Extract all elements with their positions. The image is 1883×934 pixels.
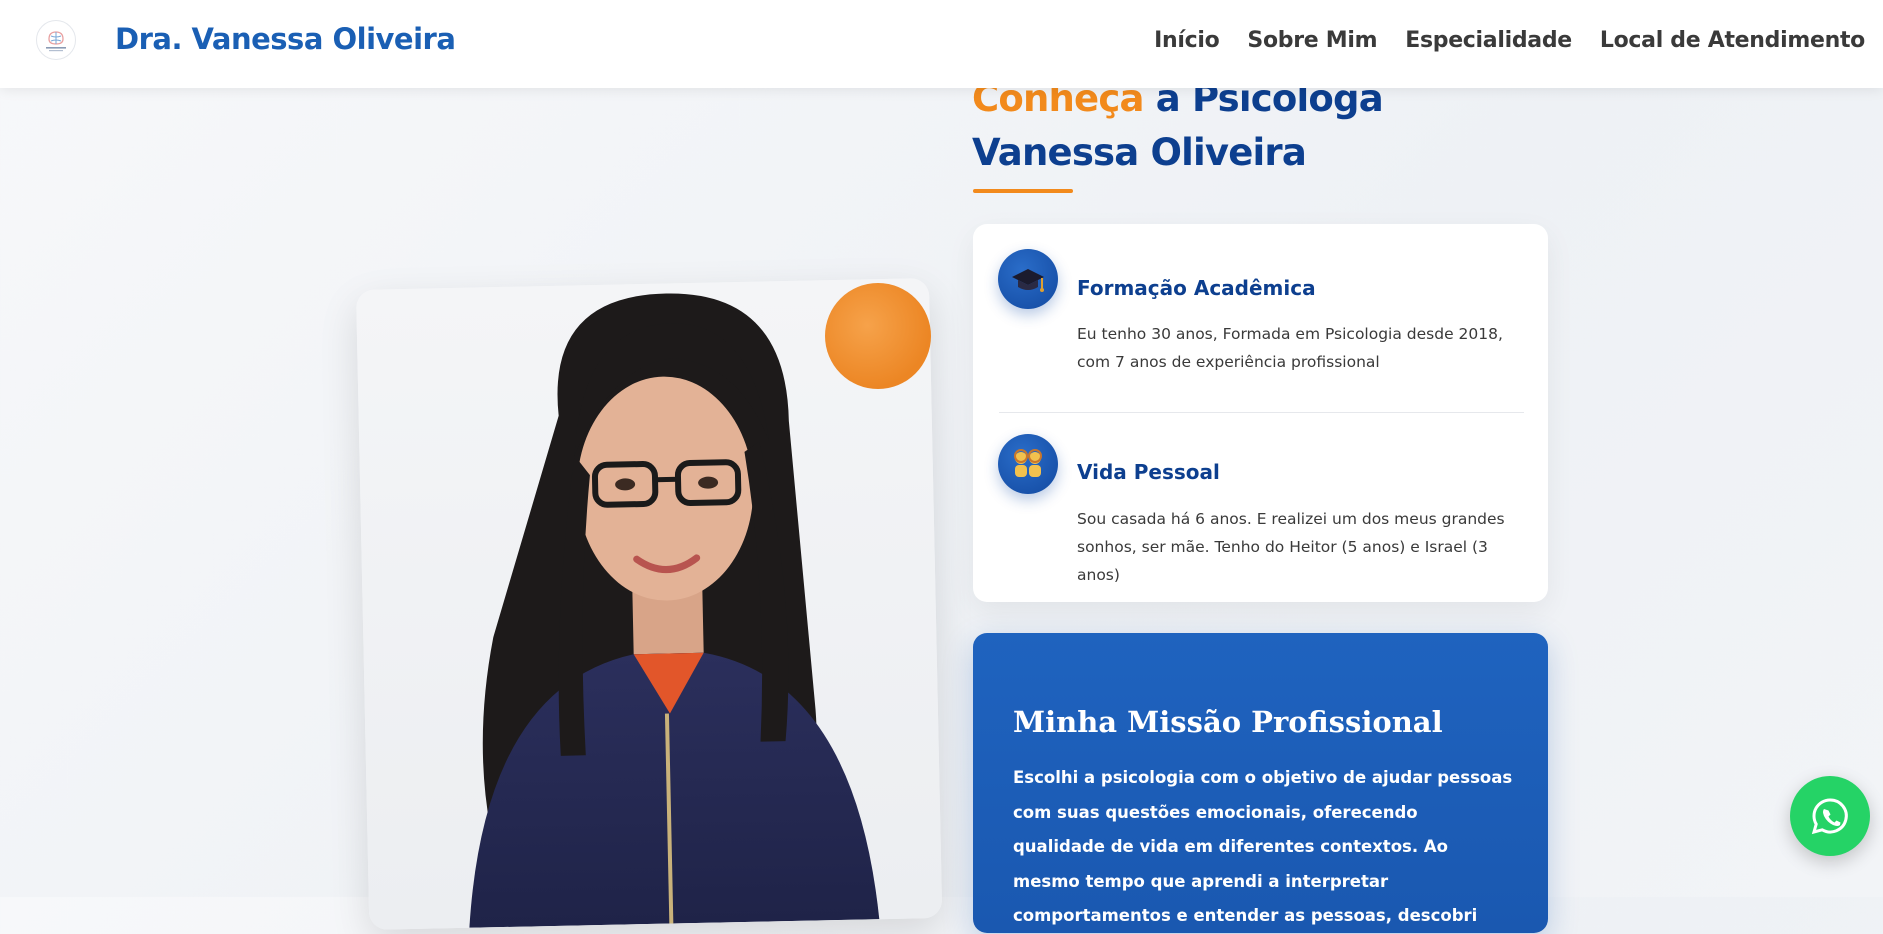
card-divider <box>999 412 1524 413</box>
formacao-text: Eu tenho 30 anos, Formada em Psicologia … <box>1077 320 1527 376</box>
brain-logo-icon[interactable] <box>36 20 76 60</box>
nav-inicio[interactable]: Início <box>1154 28 1219 53</box>
formacao-title: Formação Acadêmica <box>1077 276 1316 300</box>
info-card: Formação Acadêmica Eu tenho 30 anos, For… <box>973 224 1548 602</box>
family-icon <box>998 434 1058 494</box>
nav-especialidade[interactable]: Especialidade <box>1405 28 1572 53</box>
brand-name[interactable]: Dra. Vanessa Oliveira <box>115 22 455 56</box>
mission-title: Minha Missão Profissional <box>1013 705 1443 739</box>
about-heading: Conheça a Psicologa Vanessa Oliveira <box>972 72 1532 180</box>
heading-underline <box>973 189 1073 193</box>
decorative-orange-circle <box>825 283 931 389</box>
whatsapp-icon <box>1810 796 1850 836</box>
vida-pessoal-text: Sou casada há 6 anos. E realizei um dos … <box>1077 505 1527 589</box>
mission-text: Escolhi a psicologia com o objetivo de a… <box>1013 761 1513 934</box>
site-header: Dra. Vanessa Oliveira Início Sobre Mim E… <box>0 0 1883 88</box>
nav-sobre-mim[interactable]: Sobre Mim <box>1247 28 1377 53</box>
mission-card: Minha Missão Profissional Escolhi a psic… <box>973 633 1548 933</box>
main-nav: Início Sobre Mim Especialidade Local de … <box>1154 28 1865 53</box>
whatsapp-button[interactable] <box>1790 776 1870 856</box>
vida-pessoal-title: Vida Pessoal <box>1077 460 1220 484</box>
nav-local-atendimento[interactable]: Local de Atendimento <box>1600 28 1865 53</box>
graduation-cap-icon <box>998 249 1058 309</box>
